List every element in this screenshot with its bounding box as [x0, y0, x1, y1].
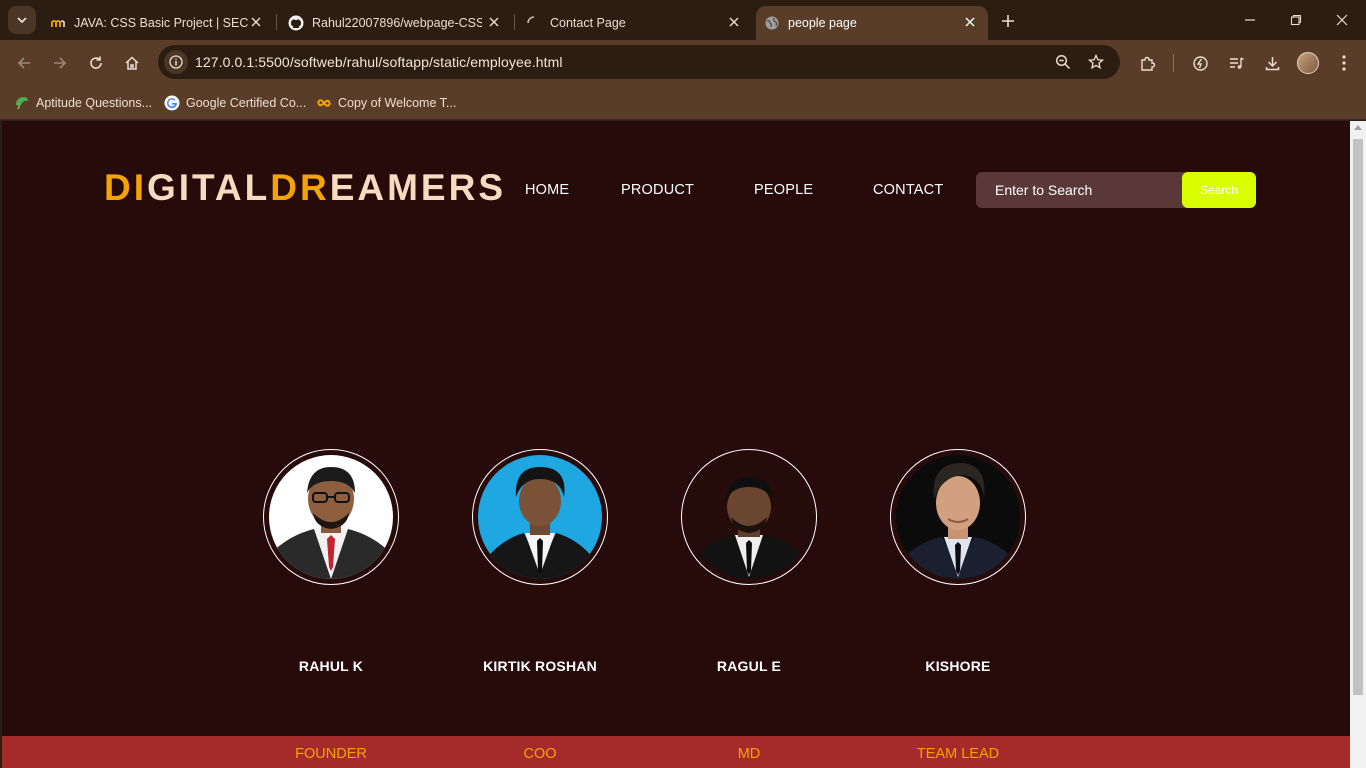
bookmark-label: Aptitude Questions... [36, 96, 153, 110]
bookmark-label: Copy of Welcome T... [338, 96, 457, 110]
kebab-menu-icon [1342, 55, 1346, 71]
back-button[interactable] [12, 51, 36, 75]
bookmark-label: Google Certified Co... [186, 96, 307, 110]
avatar [896, 455, 1020, 579]
avatar-frame [472, 449, 608, 585]
google-icon [164, 95, 180, 111]
tab-title: Rahul22007896/webpage-CSS- [312, 16, 482, 30]
avatar-frame [681, 449, 817, 585]
nav-product-link[interactable]: PRODUCT [621, 182, 694, 198]
person-name: RAHUL K [298, 658, 364, 674]
reload-button[interactable] [84, 51, 108, 75]
tab-divider [276, 14, 277, 30]
tab-people-page[interactable]: people page [756, 6, 988, 40]
person-role: TEAM LEAD [916, 746, 1000, 762]
home-icon [125, 56, 139, 70]
bookmarks-bar: Aptitude Questions... Google Certified C… [0, 86, 1366, 120]
logo-part: DI [104, 167, 147, 208]
person-name: KIRTIK ROSHAN [483, 658, 597, 674]
logo-part: DR [270, 167, 330, 208]
logo-part: EAMERS [329, 167, 507, 208]
person-name: RAGUL E [716, 658, 782, 674]
plus-icon [1002, 15, 1014, 27]
tab-title: Contact Page [550, 16, 626, 30]
site-logo[interactable]: DIGITALDREAMERS [104, 167, 506, 209]
puzzle-icon [1140, 56, 1155, 71]
performance-icon [1192, 55, 1208, 71]
close-tab-icon[interactable] [726, 14, 742, 30]
avatar-frame [890, 449, 1026, 585]
tab-strip: JAVA: CSS Basic Project | SEC Rahul22007… [0, 0, 1366, 40]
github-icon [288, 15, 304, 31]
performance-button[interactable] [1188, 51, 1212, 75]
url-text: 127.0.0.1:5500/softweb/rahul/softapp/sta… [195, 54, 563, 70]
tab-title: people page [788, 16, 857, 30]
globe-icon [764, 15, 780, 31]
arrow-left-icon [17, 57, 30, 69]
reload-icon [90, 56, 102, 69]
zoom-icon[interactable] [1052, 51, 1074, 73]
restore-button[interactable] [1284, 8, 1308, 32]
search-input[interactable] [976, 172, 1182, 208]
search-form: Search [976, 172, 1256, 208]
page-scrollbar[interactable] [1350, 121, 1366, 768]
tab-contact-page[interactable]: Contact Page [518, 6, 752, 40]
toolbar-divider [1173, 54, 1174, 72]
nav-people-link[interactable]: PEOPLE [754, 182, 813, 198]
profile-avatar[interactable] [1297, 52, 1319, 74]
site-info-icon[interactable] [164, 50, 188, 74]
search-button[interactable]: Search [1182, 172, 1256, 208]
page-viewport: DIGITALDREAMERS HOME PRODUCT PEOPLE CONT… [2, 121, 1350, 768]
playlist-icon [1229, 56, 1244, 69]
scroll-thumb[interactable] [1353, 139, 1363, 695]
extensions-button[interactable] [1135, 51, 1159, 75]
avatar-frame [263, 449, 399, 585]
chevron-down-icon [17, 17, 27, 24]
new-tab-button[interactable] [996, 9, 1020, 33]
tab-divider [514, 14, 515, 30]
tab-title: JAVA: CSS Basic Project | SEC [74, 16, 249, 30]
download-icon [1265, 56, 1279, 70]
browser-toolbar: 127.0.0.1:5500/softweb/rahul/softapp/sta… [0, 40, 1366, 86]
close-tab-icon[interactable] [248, 14, 264, 30]
scroll-up-arrow-icon[interactable] [1354, 125, 1362, 130]
tab-search-button[interactable] [8, 6, 36, 34]
person-role: FOUNDER [295, 746, 367, 762]
person-name: KISHORE [925, 658, 991, 674]
role-bar: FOUNDER COO MD TEAM LEAD [2, 736, 1350, 768]
media-control-button[interactable] [1224, 51, 1248, 75]
menu-button[interactable] [1332, 51, 1356, 75]
star-icon[interactable] [1085, 51, 1107, 73]
close-tab-icon[interactable] [962, 14, 978, 30]
bookmark-google-certified[interactable]: Google Certified Co... [164, 92, 306, 114]
tab-java-css[interactable]: JAVA: CSS Basic Project | SEC [44, 6, 274, 40]
infinity-icon [316, 95, 332, 111]
nav-home-link[interactable]: HOME [525, 182, 569, 198]
leaf-icon [14, 95, 30, 111]
avatar [687, 455, 811, 579]
close-icon [1336, 14, 1348, 26]
avatar [269, 455, 393, 579]
home-button[interactable] [120, 51, 144, 75]
minimize-icon [1245, 19, 1255, 21]
close-window-button[interactable] [1330, 8, 1354, 32]
avatar [478, 455, 602, 579]
restore-icon [1290, 14, 1302, 26]
moodle-icon [50, 15, 66, 31]
nav-contact-link[interactable]: CONTACT [873, 182, 943, 198]
minimize-button[interactable] [1238, 8, 1262, 32]
downloads-button[interactable] [1260, 51, 1284, 75]
loading-spinner-icon [526, 15, 542, 31]
address-bar[interactable]: 127.0.0.1:5500/softweb/rahul/softapp/sta… [158, 45, 1120, 79]
logo-part: GITAL [147, 167, 271, 208]
bookmark-copy-of-welcome[interactable]: Copy of Welcome T... [316, 92, 456, 114]
arrow-right-icon [54, 57, 67, 69]
forward-button[interactable] [48, 51, 72, 75]
person-role: MD [737, 746, 761, 762]
bookmark-aptitude[interactable]: Aptitude Questions... [14, 92, 152, 114]
tab-github[interactable]: Rahul22007896/webpage-CSS- [280, 6, 512, 40]
person-role: COO [523, 746, 557, 762]
close-tab-icon[interactable] [486, 14, 502, 30]
